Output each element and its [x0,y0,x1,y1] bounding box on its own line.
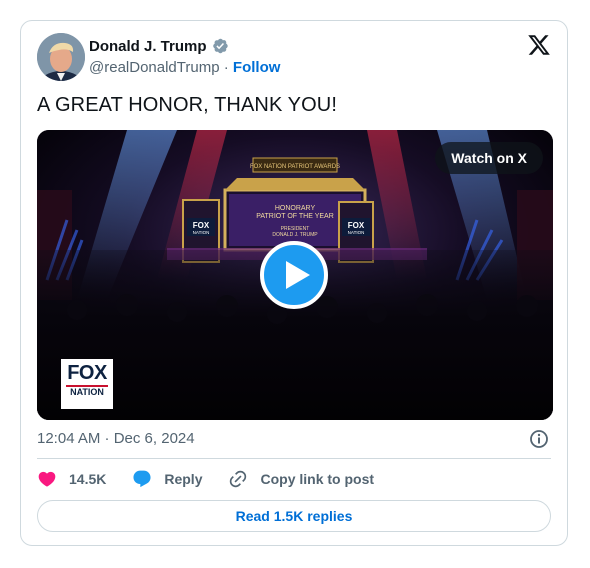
separator: · [223,59,229,76]
read-replies-button[interactable]: Read 1.5K replies [37,500,551,532]
left-screen-logo-text: FOX [193,221,210,230]
author-name-row: Donald J. Trump [89,37,229,55]
heart-icon [38,471,56,487]
info-icon[interactable] [529,429,549,449]
video-player[interactable]: FOX NATION PATRIOT AWARDS HONORARY PATRI… [37,130,553,420]
screen-text-line-4: DONALD J. TRUMP [272,232,318,238]
fox-logo-line-2: NATION [66,385,108,398]
reply-button[interactable]: Reply [132,469,202,489]
screen-text-line-1: HONORARY [275,205,316,212]
reply-bubble-icon [133,470,151,488]
like-count: 14.5K [69,471,107,487]
reply-label: Reply [164,471,203,487]
copy-link-label: Copy link to post [260,471,375,487]
fox-nation-logo: FOX NATION [61,359,113,409]
screen-text-line-2: PATRIOT OF THE YEAR [256,213,334,220]
author-handle[interactable]: @realDonaldTrump [89,59,220,76]
right-screen-logo-subtext: NATION [348,230,365,235]
follow-link[interactable]: Follow [233,59,281,76]
link-icon [230,470,247,488]
verified-badge-icon [212,38,228,54]
copy-link-button[interactable]: Copy link to post [228,469,374,489]
author-name[interactable]: Donald J. Trump [89,38,207,55]
embedded-post-card: Donald J. Trump @realDonaldTrump · Follo… [20,20,568,546]
action-bar: 14.5K Reply Copy link to post [37,469,400,489]
right-screen-logo-text: FOX [348,221,365,230]
post-timestamp[interactable]: 12:04 AM · Dec 6, 2024 [37,430,195,447]
avatar[interactable] [37,33,85,81]
x-logo-icon[interactable] [527,33,551,57]
watch-on-x-button[interactable]: Watch on X [435,142,543,174]
left-screen-logo-subtext: NATION [193,230,210,235]
play-icon[interactable] [260,241,328,309]
fox-logo-line-1: FOX [67,362,107,384]
stage-banner-text: FOX NATION PATRIOT AWARDS [250,164,340,170]
like-button[interactable]: 14.5K [37,469,106,489]
author-handle-row: @realDonaldTrump · Follow [89,59,280,76]
divider [37,458,551,459]
post-text: A GREAT HONOR, THANK YOU! [37,94,337,116]
